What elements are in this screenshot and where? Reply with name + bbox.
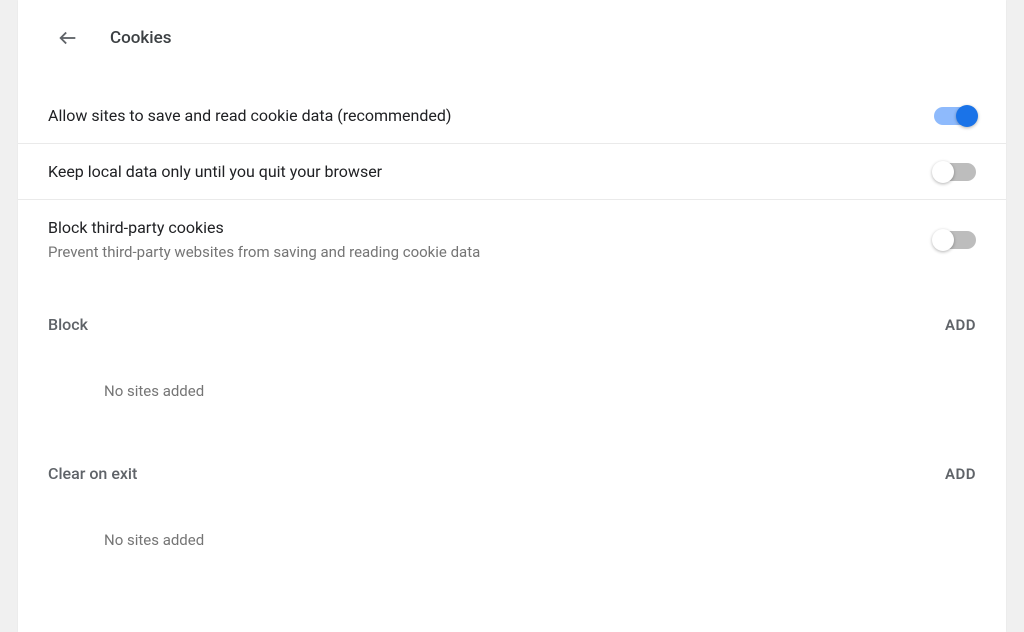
toggle-keep-local-until-quit[interactable] xyxy=(934,163,976,181)
setting-keep-local-until-quit: Keep local data only until you quit your… xyxy=(18,144,1006,200)
setting-text: Keep local data only until you quit your… xyxy=(48,162,382,181)
toggle-knob xyxy=(932,229,954,251)
toggle-block-third-party[interactable] xyxy=(934,231,976,249)
setting-allow-cookies: Allow sites to save and read cookie data… xyxy=(18,88,1006,144)
arrow-left-icon xyxy=(57,27,79,49)
block-section: Block ADD No sites added xyxy=(18,279,1006,428)
setting-text: Block third-party cookies Prevent third-… xyxy=(48,218,480,261)
setting-subtitle: Prevent third-party websites from saving… xyxy=(48,243,480,261)
setting-title: Block third-party cookies xyxy=(48,218,480,237)
clear-on-exit-section: Clear on exit ADD No sites added xyxy=(18,428,1006,577)
setting-title: Keep local data only until you quit your… xyxy=(48,162,382,181)
section-title: Block xyxy=(48,315,88,334)
setting-title: Allow sites to save and read cookie data… xyxy=(48,106,451,125)
toggle-allow-cookies[interactable] xyxy=(934,107,976,125)
toggle-knob xyxy=(956,105,978,127)
page-header: Cookies xyxy=(18,18,1006,88)
back-button[interactable] xyxy=(48,18,88,58)
setting-text: Allow sites to save and read cookie data… xyxy=(48,106,451,125)
block-empty-text: No sites added xyxy=(48,334,976,428)
clear-on-exit-empty-text: No sites added xyxy=(48,483,976,577)
add-block-site-button[interactable]: ADD xyxy=(945,316,976,334)
section-header: Clear on exit ADD xyxy=(48,464,976,483)
cookies-settings-page: Cookies Allow sites to save and read coo… xyxy=(18,0,1006,632)
setting-block-third-party: Block third-party cookies Prevent third-… xyxy=(18,200,1006,279)
section-header: Block ADD xyxy=(48,315,976,334)
section-title: Clear on exit xyxy=(48,464,137,483)
page-title: Cookies xyxy=(110,28,171,48)
add-clear-on-exit-site-button[interactable]: ADD xyxy=(945,465,976,483)
toggle-knob xyxy=(932,161,954,183)
